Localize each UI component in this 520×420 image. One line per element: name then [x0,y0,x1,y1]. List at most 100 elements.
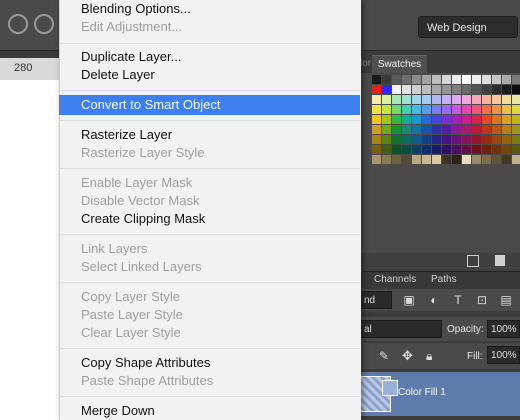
swatch[interactable] [382,125,391,134]
rotate-3d-icon[interactable] [8,14,28,34]
swatch[interactable] [372,155,381,164]
menu-item-link-layers[interactable]: Link Layers [81,240,147,258]
swatch[interactable] [422,115,431,124]
swatch[interactable] [452,135,461,144]
type-filter-icon[interactable]: T [451,293,465,307]
swatch[interactable] [432,145,441,154]
swatch[interactable] [422,95,431,104]
swatch[interactable] [392,145,401,154]
swatch[interactable] [432,155,441,164]
swatch[interactable] [502,135,511,144]
swatch[interactable] [442,145,451,154]
swatch[interactable] [382,85,391,94]
swatch[interactable] [472,155,481,164]
swatch[interactable] [452,75,461,84]
tab-color[interactable]: lor [360,55,372,73]
swatch[interactable] [502,105,511,114]
roll-3d-icon[interactable] [34,14,54,34]
swatch[interactable] [432,125,441,134]
swatch[interactable] [442,115,451,124]
swatch[interactable] [442,105,451,114]
swatch[interactable] [402,155,411,164]
swatch[interactable] [472,105,481,114]
swatch[interactable] [512,75,520,84]
swatch[interactable] [372,115,381,124]
swatch[interactable] [412,105,421,114]
adjustment-filter-icon[interactable]: ◐ [427,293,441,307]
lock-all-icon[interactable]: 🔒︎ [426,349,432,364]
swatch[interactable] [382,135,391,144]
swatch[interactable] [432,105,441,114]
swatch[interactable] [502,85,511,94]
swatch[interactable] [472,85,481,94]
menu-item-blending-options[interactable]: Blending Options... [81,0,191,18]
swatch[interactable] [432,85,441,94]
swatch[interactable] [512,145,520,154]
swatch[interactable] [412,125,421,134]
filter-kind-select[interactable]: nd [360,291,392,309]
layer-mask-thumbnail[interactable] [382,380,398,396]
swatch[interactable] [452,85,461,94]
swatch[interactable] [382,115,391,124]
swatch[interactable] [412,135,421,144]
fill-input[interactable]: 100% [487,346,520,364]
swatch[interactable] [432,115,441,124]
menu-item-rasterize-layer-style[interactable]: Rasterize Layer Style [81,144,205,162]
swatch[interactable] [372,85,381,94]
menu-item-rasterize-layer[interactable]: Rasterize Layer [81,126,172,144]
swatch[interactable] [382,155,391,164]
swatch[interactable] [392,135,401,144]
swatch[interactable] [382,145,391,154]
swatch[interactable] [512,155,520,164]
swatch[interactable] [472,75,481,84]
swatch[interactable] [432,75,441,84]
swatch[interactable] [392,155,401,164]
swatch[interactable] [502,155,511,164]
swatch[interactable] [372,75,381,84]
swatch[interactable] [492,145,501,154]
swatch[interactable] [452,95,461,104]
swatch[interactable] [402,95,411,104]
menu-item-enable-layer-mask[interactable]: Enable Layer Mask [81,174,192,192]
swatch[interactable] [442,75,451,84]
swatch[interactable] [442,85,451,94]
swatch[interactable] [482,85,491,94]
swatch[interactable] [412,145,421,154]
swatch[interactable] [472,125,481,134]
swatch[interactable] [402,85,411,94]
swatch[interactable] [472,115,481,124]
menu-item-create-clipping-mask[interactable]: Create Clipping Mask [81,210,205,228]
swatch[interactable] [452,145,461,154]
menu-item-copy-layer-style[interactable]: Copy Layer Style [81,288,180,306]
swatch[interactable] [482,135,491,144]
swatch[interactable] [372,145,381,154]
menu-item-merge-down[interactable]: Merge Down [81,402,155,420]
shape-filter-icon[interactable]: ⊡ [475,293,489,307]
swatch[interactable] [382,95,391,104]
swatch[interactable] [482,155,491,164]
swatch[interactable] [512,95,520,104]
swatch[interactable] [372,125,381,134]
menu-item-disable-vector-mask[interactable]: Disable Vector Mask [81,192,200,210]
swatch[interactable] [492,115,501,124]
swatch[interactable] [412,95,421,104]
lock-position-icon[interactable]: ✥ [402,348,413,364]
swatch[interactable] [492,125,501,134]
swatch[interactable] [482,75,491,84]
menu-item-paste-shape-attributes[interactable]: Paste Shape Attributes [81,372,213,390]
menu-item-copy-shape-attributes[interactable]: Copy Shape Attributes [81,354,210,372]
swatch[interactable] [472,95,481,104]
menu-item-edit-adjustment[interactable]: Edit Adjustment... [81,18,182,36]
swatch[interactable] [382,75,391,84]
swatch[interactable] [372,95,381,104]
swatch[interactable] [492,105,501,114]
swatch[interactable] [432,95,441,104]
swatch[interactable] [412,115,421,124]
menu-item-select-linked-layers[interactable]: Select Linked Layers [81,258,202,276]
swatch[interactable] [402,125,411,134]
swatch[interactable] [472,145,481,154]
menu-item-duplicate-layer[interactable]: Duplicate Layer... [81,48,181,66]
blend-mode-select[interactable]: al [360,320,442,338]
swatch[interactable] [492,95,501,104]
swatch[interactable] [512,135,520,144]
